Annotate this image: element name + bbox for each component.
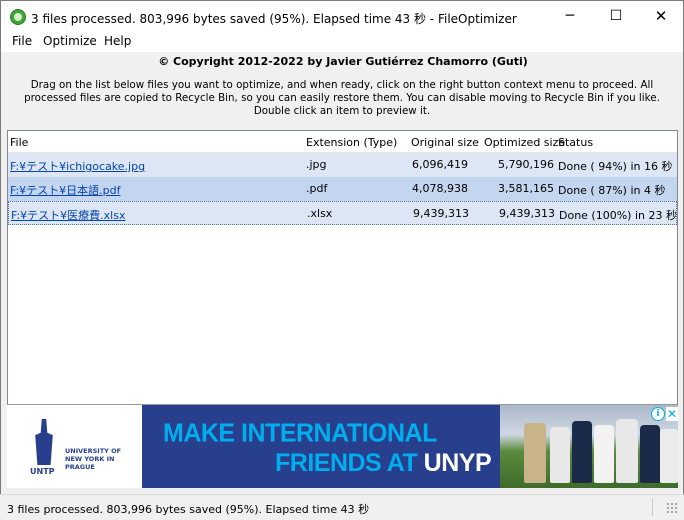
column-header-extension[interactable]: Extension (Type) xyxy=(306,136,397,149)
statue-of-liberty-icon xyxy=(35,419,53,465)
file-list[interactable]: File Extension (Type) Original size Opti… xyxy=(7,130,678,405)
minimize-button[interactable]: ─ xyxy=(547,1,593,32)
menu-help[interactable]: Help xyxy=(104,34,131,48)
player-figure xyxy=(640,425,660,483)
ad-headline-brand: UNYP xyxy=(423,449,492,477)
file-extension: .pdf xyxy=(306,182,328,195)
logo-abbreviation: UNTP xyxy=(30,467,55,476)
menu-bar: File Optimize Help xyxy=(0,32,684,52)
original-size: 4,078,938 xyxy=(412,182,468,195)
player-figure xyxy=(524,423,546,483)
ad-close-icon[interactable]: ✕ xyxy=(666,407,678,421)
resize-grip-icon[interactable] xyxy=(666,502,678,514)
title-bar: 3 files processed. 803,996 bytes saved (… xyxy=(0,0,684,32)
table-row[interactable]: F:¥テスト¥ichigocake.jpg .jpg 6,096,419 5,7… xyxy=(8,153,677,177)
original-size: 6,096,419 xyxy=(412,158,468,171)
status-separator xyxy=(652,499,653,516)
ad-headline-part: FRIENDS AT xyxy=(275,449,424,477)
window-title: 3 files processed. 803,996 bytes saved (… xyxy=(31,12,517,26)
player-figure xyxy=(572,421,592,483)
file-extension: .jpg xyxy=(306,158,327,171)
ad-banner[interactable]: UNTP UNIVERSITY OF NEW YORK IN PRAGUE MA… xyxy=(7,404,678,488)
table-row[interactable]: F:¥テスト¥医療費.xlsx .xlsx 9,439,313 9,439,31… xyxy=(8,201,677,225)
copyright-label: © Copyright 2012-2022 by Javier Gutiérre… xyxy=(158,55,528,68)
column-header-original-size[interactable]: Original size xyxy=(411,136,479,149)
optimized-size: 3,581,165 xyxy=(498,182,554,195)
player-figure xyxy=(616,419,638,483)
menu-file[interactable]: File xyxy=(12,34,32,48)
optimized-size: 9,439,313 xyxy=(499,207,555,220)
table-row[interactable]: F:¥テスト¥日本語.pdf .pdf 4,078,938 3,581,165 … xyxy=(8,177,677,201)
menu-optimize[interactable]: Optimize xyxy=(43,34,97,48)
main-panel: © Copyright 2012-2022 by Javier Gutiérre… xyxy=(0,52,684,520)
player-figure xyxy=(660,429,678,483)
column-header-status[interactable]: Status xyxy=(558,136,593,149)
instructions-label: Drag on the list below files you want to… xyxy=(24,79,660,117)
status-text: Done ( 87%) in 4 秒 xyxy=(558,184,666,197)
file-extension: .xlsx xyxy=(307,207,333,220)
column-header-file[interactable]: File xyxy=(10,136,28,149)
status-text: Done (100%) in 23 秒 xyxy=(559,209,677,222)
close-button[interactable]: ✕ xyxy=(638,1,684,32)
fileoptimizer-icon[interactable] xyxy=(10,9,26,25)
list-header: File Extension (Type) Original size Opti… xyxy=(8,131,677,153)
original-size: 9,439,313 xyxy=(413,207,469,220)
file-path-link[interactable]: F:¥テスト¥日本語.pdf xyxy=(10,182,121,198)
ad-info-icon[interactable]: i xyxy=(651,407,665,421)
player-figure xyxy=(594,425,614,483)
file-path-link[interactable]: F:¥テスト¥医療費.xlsx xyxy=(11,207,125,223)
optimized-size: 5,790,196 xyxy=(498,158,554,171)
column-header-optimized-size[interactable]: Optimized size xyxy=(484,136,565,149)
ad-headline-line1: MAKE INTERNATIONAL xyxy=(163,418,437,448)
logo-university-name: UNIVERSITY OF NEW YORK IN PRAGUE xyxy=(65,447,122,471)
file-path-link[interactable]: F:¥テスト¥ichigocake.jpg xyxy=(10,158,145,174)
unyp-logo: UNTP UNIVERSITY OF NEW YORK IN PRAGUE xyxy=(7,405,142,488)
player-figure xyxy=(550,427,570,483)
status-bar-text: 3 files processed. 803,996 bytes saved (… xyxy=(7,503,370,516)
status-text: Done ( 94%) in 16 秒 xyxy=(558,160,673,173)
ad-headline-line2: FRIENDS AT UNYP xyxy=(275,449,492,478)
maximize-button[interactable]: ☐ xyxy=(593,1,639,32)
status-bar: 3 files processed. 803,996 bytes saved (… xyxy=(0,494,684,520)
